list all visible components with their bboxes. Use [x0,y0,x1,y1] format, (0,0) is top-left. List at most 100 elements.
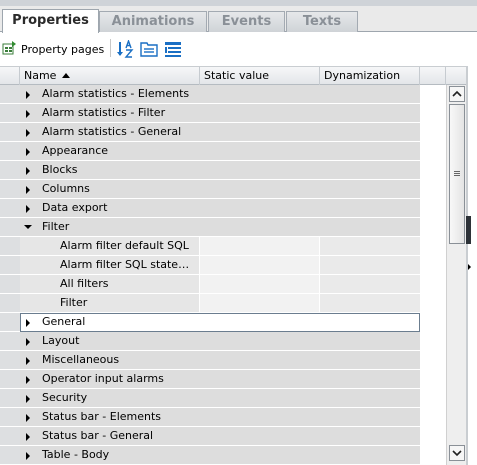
column-header-dynamization[interactable]: Dynamization [320,67,420,85]
category-row-selected[interactable]: General [0,313,420,332]
tab-properties[interactable]: Properties [2,9,99,33]
header-filler [420,67,446,85]
dynamization-cell[interactable] [320,294,420,313]
expand-arrow-icon[interactable] [26,433,30,441]
sort-alphabetical-button[interactable] [117,38,135,61]
expand-arrow-icon[interactable] [26,338,30,346]
category-label: Table - Body [42,448,110,461]
scroll-up-button[interactable] [449,86,465,102]
column-header-name[interactable]: Name [20,67,200,85]
toolbar: Property pages [0,32,477,65]
expand-arrow-icon[interactable] [26,357,30,365]
expand-arrow-icon[interactable] [26,319,30,327]
scroll-thumb[interactable] [449,104,465,244]
property-row[interactable]: Alarm filter SQL statem… [0,256,420,275]
category-row[interactable]: Columns [0,180,420,199]
dynamization-cell[interactable] [320,275,420,294]
row-header [0,294,20,313]
category-label: Appearance [42,144,109,157]
view-categories-icon [140,41,158,60]
property-pages-button[interactable]: Property pages [2,40,104,58]
row-header [0,351,20,370]
category-row-expanded[interactable]: Filter [0,218,420,237]
static-value-cell[interactable] [200,256,319,275]
expand-arrow-icon[interactable] [26,376,30,384]
category-row[interactable]: Alarm statistics - General [0,123,420,142]
panel-edge [466,66,477,465]
category-label: General [42,315,86,328]
thumb-grip [454,173,460,174]
row-header [0,275,20,294]
view-list-button[interactable] [164,41,182,60]
row-header [0,142,20,161]
chevron-up-icon [452,90,462,97]
row-header [0,370,20,389]
category-row[interactable]: Alarm statistics - Filter [0,104,420,123]
property-row[interactable]: Filter [0,294,420,313]
scroll-down-button[interactable] [449,445,465,461]
static-value-cell[interactable] [200,275,319,294]
expand-arrow-icon[interactable] [26,110,30,118]
row-header [0,123,20,142]
category-label: Alarm statistics - Elements [42,87,190,100]
property-pages-icon [2,40,17,58]
tab-texts[interactable]: Texts [286,11,358,32]
category-row[interactable]: Data export [0,199,420,218]
category-row[interactable]: Table - Body [0,446,420,465]
category-row[interactable]: Status bar - Elements [0,408,420,427]
sort-ascending-icon [62,73,71,78]
dynamization-cell[interactable] [320,237,420,256]
row-header [0,104,20,123]
category-row[interactable]: Appearance [0,142,420,161]
property-name: Alarm filter SQL statem… [60,258,198,271]
category-label: Miscellaneous [42,353,120,366]
expand-arrow-icon[interactable] [26,414,30,422]
category-row[interactable]: Status bar - General [0,427,420,446]
category-row[interactable]: Blocks [0,161,420,180]
column-header-static-value[interactable]: Static value [200,67,320,85]
category-label: Alarm statistics - General [42,125,182,138]
splitter-handle[interactable] [466,216,471,244]
row-header [0,389,20,408]
tab-bar: Properties Animations Events Texts [0,6,477,33]
static-value-cell[interactable] [200,294,319,313]
expand-arrow-icon[interactable] [26,395,30,403]
property-name: All filters [60,277,109,290]
category-label: Filter [42,220,70,233]
static-value-cell[interactable] [200,237,319,256]
expand-arrow-icon[interactable] [26,452,30,460]
dynamization-cell[interactable] [320,256,420,275]
expand-arrow-icon[interactable] [26,148,30,156]
category-label: Layout [42,334,80,347]
vertical-scrollbar[interactable] [446,85,466,465]
view-categories-button[interactable] [140,41,158,60]
property-name: Filter [60,296,88,309]
grid-header: Name Static value Dynamization [0,66,466,85]
category-label: Data export [42,201,108,214]
category-row[interactable]: Security [0,389,420,408]
category-row[interactable]: Operator input alarms [0,370,420,389]
expand-arrow-icon[interactable] [26,167,30,175]
toolbar-separator [110,39,111,57]
expand-arrow-icon[interactable] [26,129,30,137]
row-header [0,427,20,446]
category-row[interactable]: Miscellaneous [0,351,420,370]
tab-animations[interactable]: Animations [99,11,207,32]
row-header [0,161,20,180]
view-list-icon [164,41,182,60]
expand-right-icon[interactable] [468,264,471,270]
property-row[interactable]: All filters [0,275,420,294]
collapse-arrow-icon[interactable] [24,225,32,229]
category-row[interactable]: Layout [0,332,420,351]
expand-arrow-icon[interactable] [26,205,30,213]
row-header [0,237,20,256]
category-label: Alarm statistics - Filter [42,106,166,119]
expand-arrow-icon[interactable] [26,186,30,194]
property-name: Alarm filter default SQL [60,239,189,252]
category-row[interactable]: Alarm statistics - Elements [0,85,420,104]
row-header [0,180,20,199]
property-row[interactable]: Alarm filter default SQL [0,237,420,256]
row-header [0,256,20,275]
expand-arrow-icon[interactable] [26,91,30,99]
tab-events[interactable]: Events [208,11,285,32]
